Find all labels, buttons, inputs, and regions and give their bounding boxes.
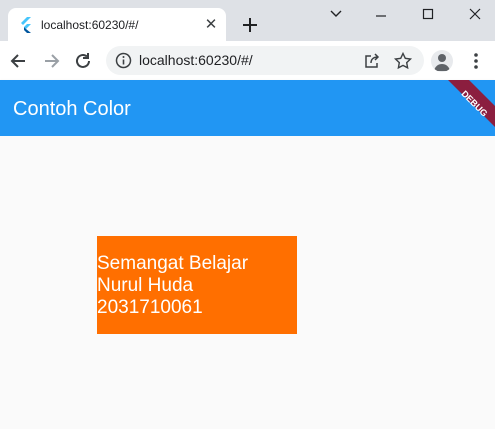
arrow-left-icon[interactable] [9,51,29,71]
tab-title: localhost:60230/#/ [41,18,139,32]
box-text-line-2: Nurul Huda [97,275,194,296]
close-tab-icon[interactable]: ✕ [203,17,219,33]
app-bar: Contoh Color [0,80,495,136]
share-icon[interactable] [362,51,382,71]
close-icon[interactable] [465,3,485,23]
plus-icon[interactable] [238,13,262,37]
browser-window: localhost:60230/#/ ✕ localhost:60230/#/ … [0,0,495,429]
colored-container: Semangat Belajar Nurul Huda 2031710061 [97,236,297,334]
box-text-line-3: 2031710061 [97,297,203,318]
browser-tab[interactable]: localhost:60230/#/ ✕ [8,8,226,41]
maximize-icon[interactable] [418,3,438,23]
arrow-right-icon[interactable] [41,51,61,71]
box-text-line-1: Semangat Belajar [97,253,249,274]
avatar-icon[interactable] [431,50,453,72]
kebab-menu-icon[interactable] [466,51,486,71]
profile-silhouette-icon [434,54,450,71]
info-icon[interactable] [115,52,132,69]
flutter-icon [21,17,31,33]
tab-strip: localhost:60230/#/ ✕ [0,0,495,41]
app-body: Semangat Belajar Nurul Huda 2031710061 [0,136,495,429]
minimize-icon[interactable] [371,3,391,23]
address-bar[interactable]: localhost:60230/#/ [106,46,424,75]
app-bar-title: Contoh Color [13,98,131,120]
chevron-down-icon[interactable] [326,3,346,23]
browser-toolbar: localhost:60230/#/ [0,41,495,80]
star-icon[interactable] [393,51,413,71]
reload-icon[interactable] [73,51,93,71]
address-text[interactable]: localhost:60230/#/ [139,52,253,68]
